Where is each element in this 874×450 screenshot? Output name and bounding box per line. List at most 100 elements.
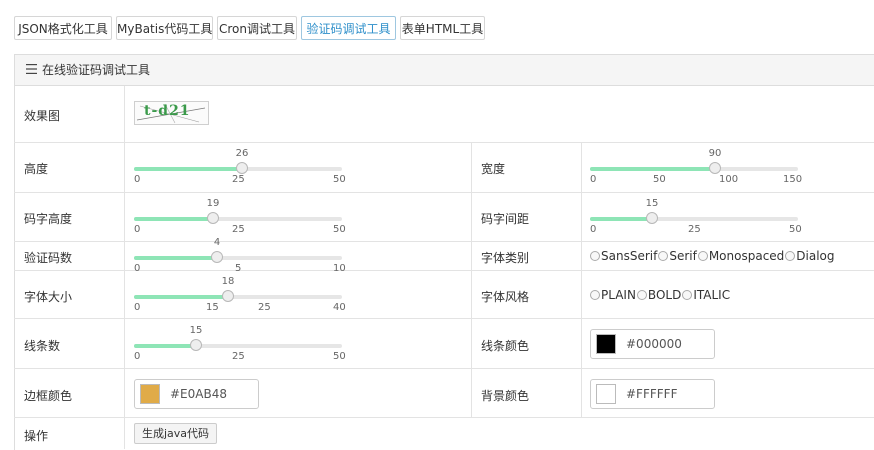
line-color-swatch[interactable] bbox=[596, 334, 616, 354]
line-color-input[interactable]: #000000 bbox=[590, 329, 715, 359]
radio-label: Dialog bbox=[796, 249, 835, 263]
slider-handle[interactable] bbox=[236, 162, 248, 174]
tab-json-formatter[interactable]: JSON格式化工具 bbox=[14, 16, 112, 40]
slider-handle[interactable] bbox=[222, 290, 234, 302]
generate-java-code-button[interactable]: 生成java代码 bbox=[134, 423, 218, 444]
tool-tabs: JSON格式化工具 MyBatis代码工具 Cron调试工具 验证码调试工具 表… bbox=[0, 0, 874, 56]
radio-option[interactable]: BOLD bbox=[636, 288, 682, 302]
slider-tick-label: 10 bbox=[333, 263, 346, 274]
column-divider bbox=[124, 86, 125, 449]
radio-label: ITALIC bbox=[693, 288, 731, 302]
slider-handle[interactable] bbox=[646, 212, 658, 224]
radio-button[interactable] bbox=[658, 251, 669, 261]
slider-tick-label: 0 bbox=[134, 174, 141, 185]
font-family-radios: SansSerif Serif Monospaced Dialog bbox=[590, 249, 836, 263]
height-slider[interactable]: 26 0 25 50 bbox=[134, 148, 346, 197]
preview-label: 效果图 bbox=[24, 109, 61, 123]
radio-option[interactable]: SansSerif bbox=[590, 249, 657, 263]
bg-color-input[interactable]: #FFFFFF bbox=[590, 379, 715, 409]
row-divider bbox=[14, 417, 874, 418]
slider-fill bbox=[134, 256, 217, 260]
slider-value: 15 bbox=[189, 325, 203, 336]
font-style-radios: PLAIN BOLD ITALIC bbox=[590, 288, 731, 302]
slider-tick-label: 50 bbox=[789, 224, 802, 235]
slider-handle[interactable] bbox=[211, 251, 223, 263]
tab-cron-tool[interactable]: Cron调试工具 bbox=[217, 16, 297, 40]
slider-fill bbox=[590, 167, 715, 171]
radio-label: PLAIN bbox=[601, 288, 636, 302]
tab-form-html-tool[interactable]: 表单HTML工具 bbox=[400, 16, 485, 40]
slider-value: 4 bbox=[213, 237, 221, 248]
char-count-label: 验证码数 bbox=[24, 251, 73, 265]
tab-captcha-tool[interactable]: 验证码调试工具 bbox=[301, 16, 396, 40]
action-label: 操作 bbox=[24, 429, 49, 443]
width-label: 宽度 bbox=[481, 162, 506, 176]
slider-value: 19 bbox=[206, 198, 220, 209]
radio-button[interactable] bbox=[785, 251, 796, 261]
slider-handle[interactable] bbox=[709, 162, 721, 174]
slider-fill bbox=[134, 217, 213, 221]
slider-tick-label: 0 bbox=[134, 263, 141, 274]
slider-tick-label: 40 bbox=[333, 302, 346, 313]
slider-tick-label: 50 bbox=[333, 224, 346, 235]
line-color-label: 线条颜色 bbox=[481, 339, 530, 353]
slider-tick-label: 150 bbox=[783, 174, 803, 185]
slider-tick-label: 25 bbox=[258, 302, 271, 313]
tab-mybatis-tool[interactable]: MyBatis代码工具 bbox=[116, 16, 213, 40]
column-divider bbox=[471, 142, 472, 417]
char-spacing-slider[interactable]: 15 0 25 50 bbox=[590, 198, 802, 247]
slider-tick-label: 0 bbox=[134, 224, 141, 235]
slider-tick-label: 25 bbox=[232, 351, 245, 362]
slider-handle[interactable] bbox=[207, 212, 219, 224]
radio-option[interactable]: Serif bbox=[658, 249, 697, 263]
noise-lines-slider[interactable]: 15 0 25 50 bbox=[134, 325, 346, 374]
bg-color-swatch[interactable] bbox=[596, 384, 616, 404]
radio-button[interactable] bbox=[590, 290, 600, 300]
radio-label: BOLD bbox=[647, 288, 682, 302]
slider-tick-label: 100 bbox=[719, 174, 739, 185]
border-color-label: 边框颜色 bbox=[24, 389, 73, 403]
radio-button[interactable] bbox=[697, 251, 708, 261]
slider-tick-label: 50 bbox=[653, 174, 666, 185]
slider-tick-label: 25 bbox=[688, 224, 701, 235]
list-icon bbox=[26, 64, 37, 74]
slider-value: 15 bbox=[645, 198, 659, 209]
slider-value: 90 bbox=[708, 148, 722, 159]
radio-label: Serif bbox=[669, 249, 697, 263]
font-family-label: 字体类别 bbox=[481, 251, 530, 265]
width-slider[interactable]: 90 0 50 100 150 bbox=[590, 148, 802, 197]
radio-button[interactable] bbox=[590, 251, 600, 261]
captcha-preview-image: t-d21 bbox=[134, 101, 209, 125]
row-divider bbox=[14, 142, 874, 143]
slider-value: 18 bbox=[221, 276, 235, 287]
slider-tick-label: 0 bbox=[590, 174, 597, 185]
slider-value: 26 bbox=[235, 148, 249, 159]
border-color-input[interactable]: #E0AB48 bbox=[134, 379, 259, 409]
radio-option[interactable]: Dialog bbox=[785, 249, 835, 263]
slider-tick-label: 25 bbox=[232, 224, 245, 235]
radio-button[interactable] bbox=[682, 290, 693, 300]
radio-option[interactable]: Monospaced bbox=[697, 249, 784, 263]
slider-tick-label: 5 bbox=[235, 263, 242, 274]
radio-option[interactable]: PLAIN bbox=[590, 288, 636, 302]
bg-color-value: #FFFFFF bbox=[626, 387, 678, 401]
slider-tick-label: 0 bbox=[134, 302, 141, 313]
slider-tick-label: 0 bbox=[134, 351, 141, 362]
border-color-swatch[interactable] bbox=[140, 384, 160, 404]
font-height-slider[interactable]: 19 0 25 50 bbox=[134, 198, 346, 247]
font-size-label: 字体大小 bbox=[24, 290, 73, 304]
column-divider bbox=[581, 142, 582, 417]
slider-fill bbox=[134, 295, 228, 299]
slider-tick-label: 50 bbox=[333, 351, 346, 362]
radio-button[interactable] bbox=[636, 290, 647, 300]
font-size-slider[interactable]: 18 0 15 25 40 bbox=[134, 276, 346, 325]
height-label: 高度 bbox=[24, 162, 49, 176]
slider-fill bbox=[134, 167, 242, 171]
radio-option[interactable]: ITALIC bbox=[682, 288, 730, 302]
slider-tick-label: 0 bbox=[590, 224, 597, 235]
slider-handle[interactable] bbox=[190, 339, 202, 351]
slider-tick-label: 25 bbox=[232, 174, 245, 185]
font-style-label: 字体风格 bbox=[481, 290, 530, 304]
char-spacing-label: 码字间距 bbox=[481, 212, 530, 226]
panel-title: 在线验证码调试工具 bbox=[42, 63, 151, 77]
